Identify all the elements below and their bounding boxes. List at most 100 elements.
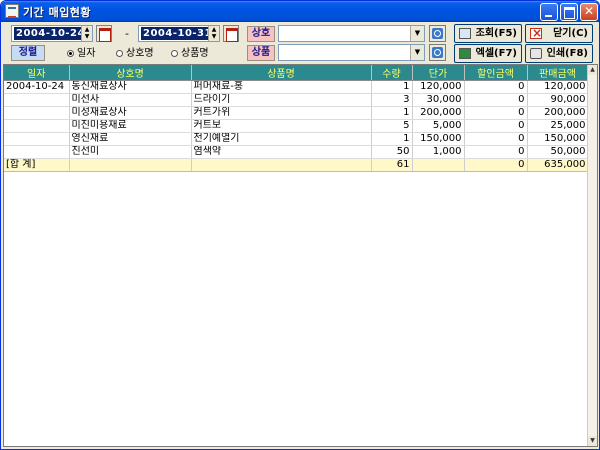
col-header-qty[interactable]: 수량 (371, 65, 413, 81)
search-button[interactable]: 조회(F5) (454, 24, 522, 43)
cell-product: 커트보 (191, 119, 372, 133)
search-icon (459, 28, 471, 39)
total-cell-product (191, 158, 372, 172)
table-row[interactable]: 미선사 드라이기 3 30,000 0 90,000 (4, 93, 589, 107)
purchase-grid[interactable]: 일자 상호명 상품명 수량 단가 할인금액 판매금액 2004-10-24 동신… (3, 64, 598, 447)
window-title: 기간 매입현황 (23, 6, 92, 19)
cell-product: 전기예열기 (191, 132, 372, 146)
close-button[interactable]: 닫기(C) (525, 24, 593, 43)
date-from-value: 2004-10-24 (14, 27, 87, 40)
cell-date (4, 106, 70, 120)
cell-discount: 0 (464, 119, 528, 133)
purchase-table: 일자 상호명 상품명 수량 단가 할인금액 판매금액 2004-10-24 동신… (4, 65, 589, 172)
vertical-scrollbar[interactable]: ▲ ▼ (587, 65, 597, 446)
product-search-icon[interactable] (429, 44, 446, 61)
cell-product: 커트가위 (191, 106, 372, 120)
date-from-picker[interactable]: 2004-10-24 ▲ ▼ (11, 25, 93, 42)
cell-discount: 0 (464, 145, 528, 159)
close-window-button[interactable]: ✕ (580, 3, 598, 21)
total-cell-vendor (69, 158, 192, 172)
date-to-picker[interactable]: 2004-10-31 ▲ ▼ (138, 25, 220, 42)
sort-radio-date[interactable]: 일자 (67, 48, 95, 60)
cell-amount: 90,000 (527, 93, 589, 107)
title-bar: 기간 매입현황 ✕ (1, 1, 599, 22)
cell-amount: 25,000 (527, 119, 589, 133)
cell-unit-price: 120,000 (412, 80, 465, 94)
table-header-row: 일자 상호명 상품명 수량 단가 할인금액 판매금액 (4, 65, 589, 81)
close-icon (530, 25, 542, 42)
cell-qty: 5 (371, 119, 413, 133)
close-button-label: 닫기(C) (553, 28, 588, 39)
radio-selected-icon (67, 49, 74, 57)
cell-discount: 0 (464, 93, 528, 107)
cell-unit-price: 1,000 (412, 145, 465, 159)
table-row[interactable]: 진선미 염색약 50 1,000 0 50,000 (4, 145, 589, 159)
cell-unit-price: 200,000 (412, 106, 465, 120)
product-select[interactable]: ▼ (278, 44, 425, 61)
minimize-button[interactable] (540, 3, 558, 21)
vendor-search-icon[interactable] (429, 25, 446, 42)
cell-amount: 200,000 (527, 106, 589, 120)
col-header-product[interactable]: 상품명 (191, 65, 372, 81)
vendor-label-button[interactable]: 상호 (247, 26, 275, 42)
table-row[interactable]: 영신재료 전기예열기 1 150,000 0 150,000 (4, 132, 589, 146)
date-from-spinner[interactable]: ▲ ▼ (81, 26, 92, 41)
total-label: [합 계] (4, 158, 70, 172)
cell-unit-price: 5,000 (412, 119, 465, 133)
chevron-down-icon[interactable]: ▼ (410, 26, 424, 41)
col-header-discount[interactable]: 할인금액 (464, 65, 528, 81)
total-qty: 61 (371, 158, 413, 172)
cell-product: 퍼머재료-홍 (191, 80, 372, 94)
total-discount: 0 (464, 158, 528, 172)
cell-unit-price: 30,000 (412, 93, 465, 107)
col-header-unit-price[interactable]: 단가 (412, 65, 465, 81)
col-header-vendor[interactable]: 상호명 (69, 65, 192, 81)
sort-radio-vendor[interactable]: 상호명 (116, 48, 154, 60)
chevron-down-icon[interactable]: ▼ (410, 45, 424, 60)
printer-icon (530, 48, 542, 59)
grid-header-strip (4, 65, 6, 79)
cell-qty: 50 (371, 145, 413, 159)
vendor-select[interactable]: ▼ (278, 25, 425, 42)
col-header-date[interactable]: 일자 (4, 65, 70, 81)
excel-button[interactable]: 엑셀(F7) (454, 44, 522, 63)
filter-toolbar: 2004-10-24 ▲ ▼ - 2004-10-31 ▲ ▼ 상호 ▼ 정렬 일자… (1, 22, 599, 64)
cell-date: 2004-10-24 (4, 80, 70, 94)
table-row[interactable]: 미진미용재료 커트보 5 5,000 0 25,000 (4, 119, 589, 133)
cell-qty: 1 (371, 106, 413, 120)
app-window: 기간 매입현황 ✕ 2004-10-24 ▲ ▼ - 2004-10-31 ▲ ▼ … (0, 0, 600, 450)
table-row[interactable]: 미성재료상사 커트가위 1 200,000 0 200,000 (4, 106, 589, 120)
col-header-amount[interactable]: 판매금액 (527, 65, 589, 81)
cell-discount: 0 (464, 132, 528, 146)
print-button[interactable]: 인쇄(F8) (525, 44, 593, 63)
total-row[interactable]: [합 계] 61 0 635,000 (4, 158, 589, 172)
cell-vendor: 미성재료상사 (69, 106, 192, 120)
cell-vendor: 미선사 (69, 93, 192, 107)
sort-option-label: 일자 (77, 48, 96, 59)
cell-vendor: 미진미용재료 (69, 119, 192, 133)
cell-date (4, 93, 70, 107)
cell-vendor: 진선미 (69, 145, 192, 159)
scroll-up-icon[interactable]: ▲ (588, 65, 597, 75)
cell-date (4, 119, 70, 133)
cell-vendor: 영신재료 (69, 132, 192, 146)
date-to-spinner[interactable]: ▲ ▼ (208, 26, 219, 41)
table-row[interactable]: 2004-10-24 동신재료상사 퍼머재료-홍 1 120,000 0 120… (4, 80, 589, 94)
cell-amount: 120,000 (527, 80, 589, 94)
date-to-calendar-icon[interactable] (223, 25, 239, 42)
scroll-down-icon[interactable]: ▼ (588, 436, 597, 446)
cell-unit-price: 150,000 (412, 132, 465, 146)
sort-radio-product[interactable]: 상품명 (171, 48, 209, 60)
product-label-button[interactable]: 상품 (247, 45, 275, 61)
date-to-value: 2004-10-31 (141, 27, 214, 40)
cell-product: 드라이기 (191, 93, 372, 107)
cell-vendor: 동신재료상사 (69, 80, 192, 94)
date-range-separator: - (125, 27, 129, 40)
date-from-calendar-icon[interactable] (96, 25, 112, 42)
cell-qty: 1 (371, 132, 413, 146)
total-amount: 635,000 (527, 158, 589, 172)
maximize-button[interactable] (560, 3, 578, 21)
search-button-label: 조회(F5) (475, 28, 517, 39)
total-cell-unit-price (412, 158, 465, 172)
excel-icon (459, 48, 471, 59)
